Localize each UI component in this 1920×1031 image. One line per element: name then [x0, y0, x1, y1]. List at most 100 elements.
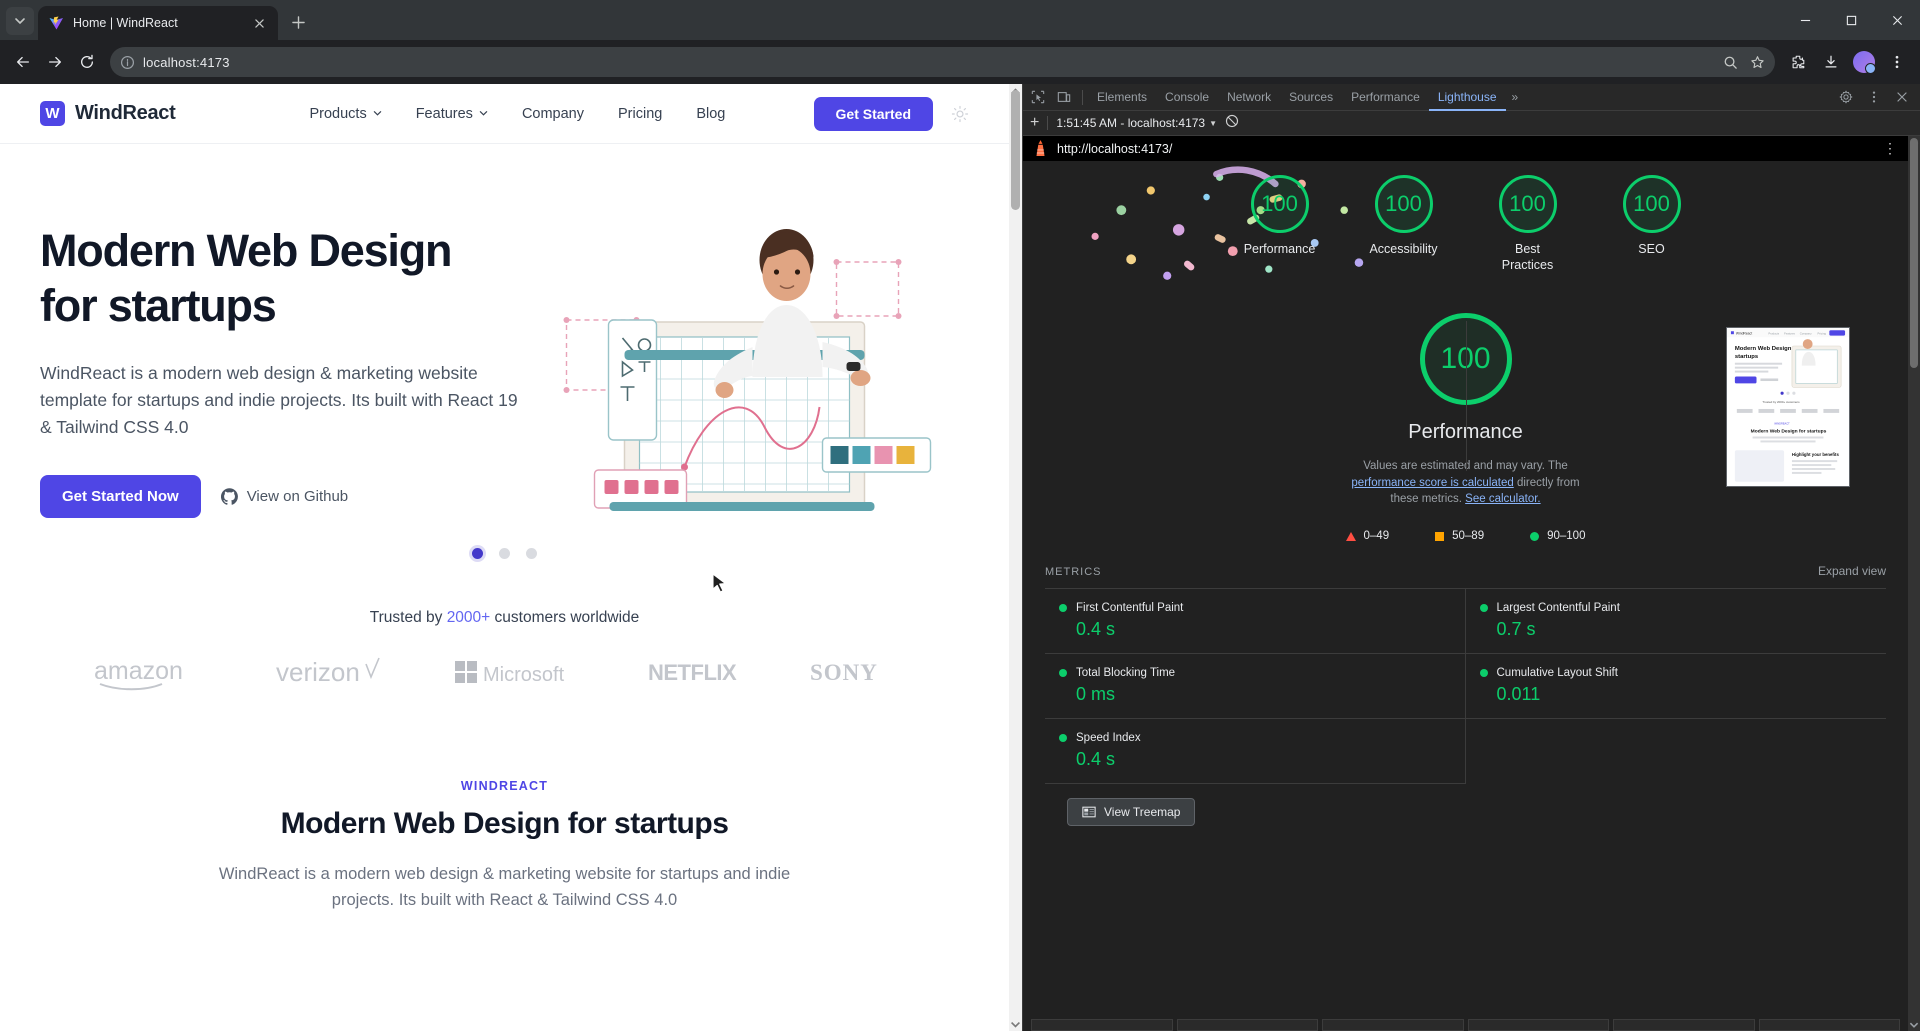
tab-close-button[interactable] [251, 15, 268, 32]
metric-speed-index[interactable]: Speed Index 0.4 s [1045, 719, 1466, 785]
inspect-element-button[interactable] [1025, 85, 1051, 109]
forward-button[interactable] [40, 47, 70, 77]
tab-sources[interactable]: Sources [1280, 84, 1342, 111]
filmstrip-cell [1322, 1019, 1464, 1031]
metric-largest-contentful-paint[interactable]: Largest Contentful Paint 0.7 s [1465, 589, 1886, 655]
kebab-menu-icon [1895, 55, 1899, 69]
get-started-now-button[interactable]: Get Started Now [40, 475, 201, 519]
new-lighthouse-report-button[interactable]: + [1030, 115, 1039, 131]
metric-first-contentful-paint[interactable]: First Contentful Paint 0.4 s [1045, 589, 1466, 655]
gauge-seo[interactable]: 100 SEO [1611, 175, 1693, 258]
expand-view-button[interactable]: Expand view [1818, 564, 1886, 578]
hero-subtitle: WindReact is a modern web design & marke… [40, 362, 518, 438]
window-maximize-button[interactable] [1828, 0, 1874, 40]
metric-name: Total Blocking Time [1076, 667, 1176, 680]
devtools-close-button[interactable] [1889, 85, 1915, 109]
report-timestamp: 1:51:45 AM - localhost:4173 [1056, 116, 1206, 130]
nav-item-features[interactable]: Features [416, 106, 488, 122]
reload-button[interactable] [72, 47, 102, 77]
arrow-left-icon [17, 56, 29, 68]
site-brand[interactable]: W WindReact [40, 101, 176, 126]
svg-text:amazon: amazon [94, 657, 183, 685]
report-menu-button[interactable]: ⋮ [1883, 140, 1898, 157]
vertical-divider [1465, 321, 1467, 471]
carousel-dot-3[interactable] [526, 548, 537, 559]
scroll-down-arrow[interactable] [1908, 1019, 1920, 1031]
status-dot-good [1479, 669, 1488, 678]
devtools-menu-button[interactable] [1861, 85, 1887, 109]
scroll-down-arrow[interactable] [1009, 1017, 1022, 1031]
site-info-icon[interactable] [120, 55, 135, 70]
carousel-dot-1[interactable] [472, 548, 483, 559]
tab-network[interactable]: Network [1218, 84, 1280, 111]
lighthouse-scrollbar[interactable] [1908, 136, 1920, 1031]
metric-cumulative-layout-shift[interactable]: Cumulative Layout Shift 0.011 [1465, 654, 1886, 720]
clear-reports-button[interactable] [1225, 114, 1239, 133]
legend-label: 90–100 [1547, 530, 1586, 543]
downloads-button[interactable] [1816, 47, 1846, 77]
nav-item-products[interactable]: Products [309, 106, 381, 122]
gauge-best-practices[interactable]: 100 Best Practices [1487, 175, 1569, 273]
treemap-label: View Treemap [1104, 805, 1181, 820]
lighthouse-report-header: http://localhost:4173/ ⋮ [1023, 136, 1908, 161]
bookmark-star-icon[interactable] [1750, 55, 1765, 70]
new-tab-button[interactable] [284, 8, 312, 36]
gauge-accessibility[interactable]: 100 Accessibility [1363, 175, 1445, 258]
view-treemap-button[interactable]: View Treemap [1067, 798, 1196, 827]
performance-score-link[interactable]: performance score is calculated [1351, 477, 1513, 489]
gauge-performance[interactable]: 100 Performance [1239, 175, 1321, 258]
tab-title: Home | WindReact [73, 16, 178, 30]
toolbar-divider [1047, 116, 1049, 130]
legend-average: 50–89 [1435, 530, 1484, 542]
tab-lighthouse[interactable]: Lighthouse [1429, 84, 1506, 111]
browser-window: Home | WindReact localhost:4173 W WindRe… [0, 0, 1920, 1031]
tab-search-button[interactable] [6, 7, 34, 35]
svg-text:startups: startups [1735, 354, 1759, 360]
see-calculator-link[interactable]: See calculator. [1465, 493, 1540, 505]
toolbar-divider [1082, 89, 1083, 105]
svg-text:Pricing: Pricing [1818, 332, 1827, 336]
browser-tab[interactable]: Home | WindReact [38, 6, 278, 40]
window-minimize-button[interactable] [1782, 0, 1828, 40]
search-icon[interactable] [1723, 55, 1738, 70]
nav-item-blog[interactable]: Blog [696, 106, 725, 122]
svg-text:NETFLIX: NETFLIX [648, 660, 737, 685]
window-close-button[interactable] [1874, 0, 1920, 40]
maximize-icon [1846, 15, 1856, 25]
feature-heading: Modern Web Design for startups [280, 807, 729, 840]
circle-icon [1530, 531, 1540, 541]
back-button[interactable] [8, 47, 38, 77]
tab-elements[interactable]: Elements [1088, 84, 1156, 111]
page-title: Modern Web Design for startups [40, 224, 560, 334]
more-tabs-button[interactable]: » [1506, 90, 1525, 104]
report-selector[interactable]: 1:51:45 AM - localhost:4173 ▼ [1056, 116, 1217, 130]
lighthouse-scrollbar-thumb[interactable] [1910, 138, 1918, 368]
trusted-by-text: Trusted by 2000+ customers worldwide [0, 609, 1009, 627]
get-started-button[interactable]: Get Started [813, 96, 933, 131]
vite-logo-icon [49, 16, 63, 30]
metric-total-blocking-time[interactable]: Total Blocking Time 0 ms [1045, 654, 1466, 720]
status-dot-good [1059, 604, 1067, 613]
profile-button[interactable] [1849, 47, 1879, 77]
nav-item-company[interactable]: Company [522, 106, 584, 122]
close-icon [1892, 15, 1902, 25]
devtools-settings-button[interactable] [1833, 85, 1859, 109]
page-scrollbar-thumb[interactable] [1011, 90, 1020, 210]
page-scrollbar[interactable] [1009, 84, 1022, 1031]
nav-item-pricing[interactable]: Pricing [618, 106, 662, 122]
browser-menu-button[interactable] [1882, 47, 1912, 77]
tab-performance[interactable]: Performance [1342, 84, 1429, 111]
carousel-dot-2[interactable] [499, 548, 510, 559]
view-on-github-link[interactable]: View on Github [220, 488, 348, 505]
tab-console[interactable]: Console [1156, 84, 1218, 111]
chevron-down-icon [15, 18, 25, 25]
device-toolbar-button[interactable] [1051, 85, 1077, 109]
extensions-button[interactable] [1783, 47, 1813, 77]
svg-text:Highlight your benefits: Highlight your benefits [1792, 452, 1840, 457]
reload-icon [81, 54, 93, 68]
amazon-logo-icon: amazon [94, 657, 183, 691]
theme-toggle-icon[interactable] [951, 105, 969, 123]
filmstrip-cell [1031, 1019, 1173, 1031]
address-bar[interactable]: localhost:4173 [110, 47, 1775, 77]
legend-poor: 0–49 [1345, 530, 1389, 542]
